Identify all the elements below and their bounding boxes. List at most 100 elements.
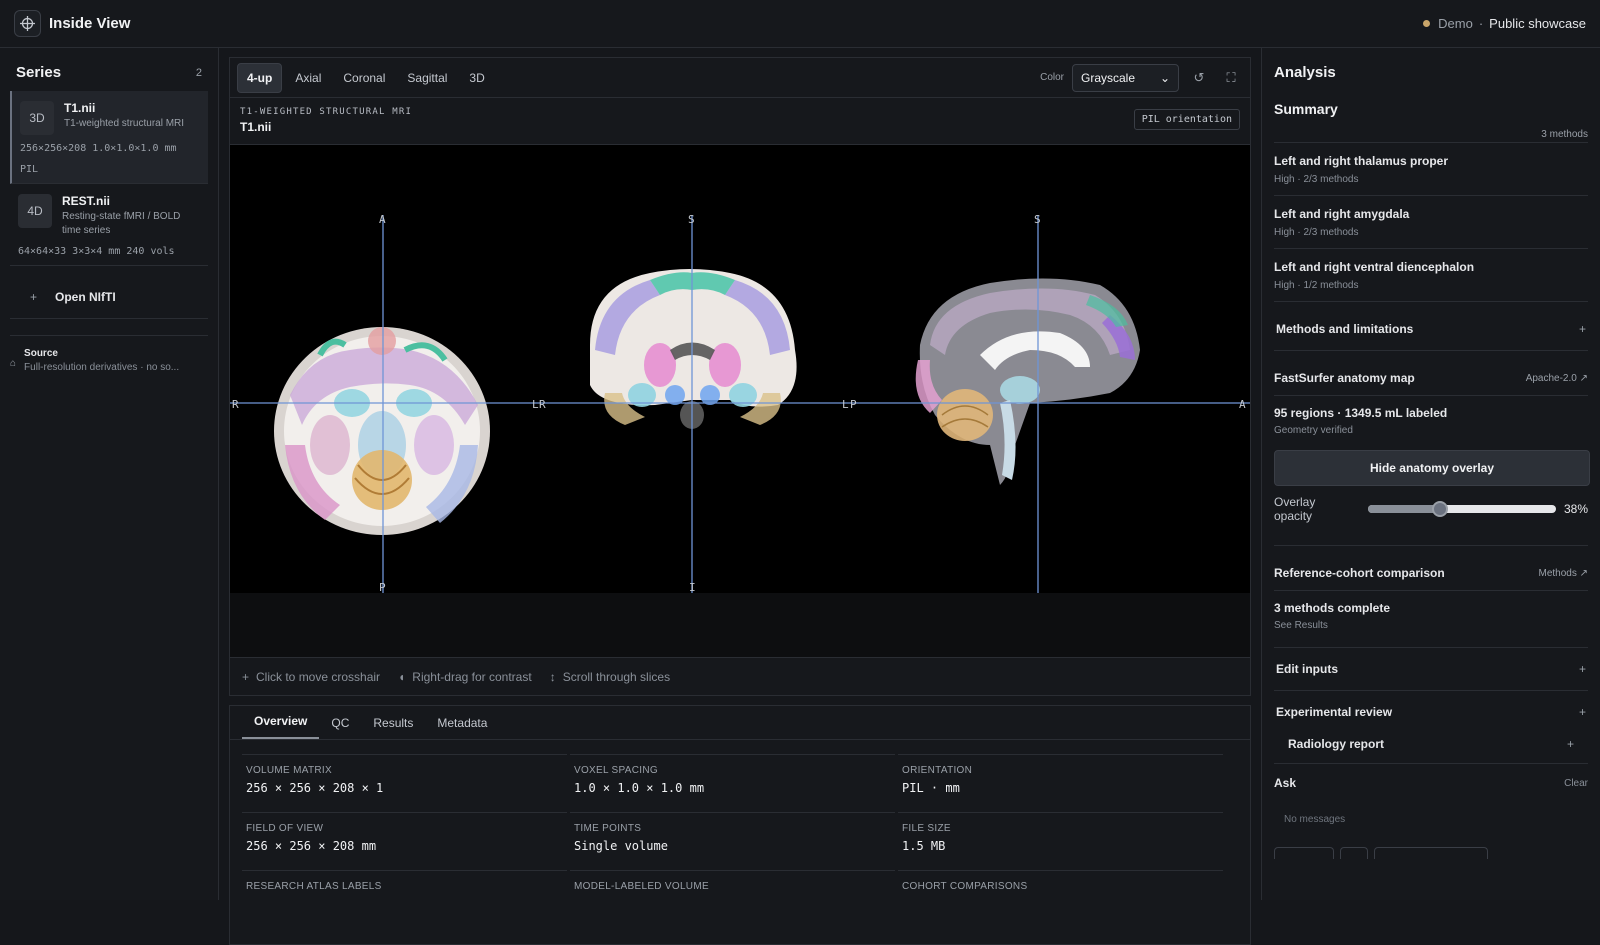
axial-marker-right: L xyxy=(532,398,539,411)
series-name: T1.nii xyxy=(64,101,96,115)
slice-canvas[interactable]: A P R L S I R L S P A xyxy=(230,145,1250,657)
open-nifti-label: Open NIfTI xyxy=(55,290,116,304)
info-cell: FILE SIZE 1.5 MB xyxy=(898,812,1223,870)
tab-results[interactable]: Results xyxy=(361,716,425,739)
plus-icon: + xyxy=(1566,737,1574,751)
cell-value: PIL · mm xyxy=(902,781,960,795)
see-results-link[interactable]: See Results xyxy=(1274,620,1588,648)
slider-handle[interactable] xyxy=(1432,501,1449,517)
license-link[interactable]: Apache-2.0 ↗ xyxy=(1526,373,1588,384)
edit-inputs-label: Edit inputs xyxy=(1276,662,1338,676)
tab-sagittal[interactable]: Sagittal xyxy=(398,64,456,92)
finding-item[interactable]: Left and right amygdala High · 2/3 metho… xyxy=(1274,196,1588,249)
tab-metadata[interactable]: Metadata xyxy=(425,716,499,739)
info-cell: ORIENTATION PIL · mm xyxy=(898,754,1223,812)
color-map-value: Grayscale xyxy=(1081,70,1136,85)
suggestion-button[interactable] xyxy=(1340,847,1368,859)
series-name: REST.nii xyxy=(62,194,111,208)
view-tabs: 4-up Axial Coronal Sagittal 3D Color Gra… xyxy=(230,58,1250,98)
fastsurfer-title: FastSurfer anatomy map xyxy=(1274,371,1415,385)
summary-title: Summary xyxy=(1274,101,1338,117)
suggestion-button[interactable] xyxy=(1274,847,1334,859)
cell-label: VOXEL SPACING xyxy=(574,765,658,776)
interaction-hints: + Click to move crosshair ◖ Right-drag for… xyxy=(230,657,1250,695)
slider-fill xyxy=(1367,505,1441,513)
cohort-header: Reference-cohort comparison Methods ↗ xyxy=(1274,566,1588,591)
cell-value: 256 × 256 × 208 mm xyxy=(246,839,377,853)
cell-label: VOLUME MATRIX xyxy=(246,765,332,776)
series-file-name: T1.nii xyxy=(240,120,272,134)
sagittal-marker-right: A xyxy=(1239,398,1246,411)
edit-inputs-toggle[interactable]: Edit inputs + xyxy=(1274,648,1588,691)
open-nifti-button[interactable]: + Open NIfTI xyxy=(10,278,208,319)
series-item-t1[interactable]: 3D T1.nii T1-weighted structural MRI 256… xyxy=(10,91,208,184)
tab-3d[interactable]: 3D xyxy=(460,64,493,92)
info-cell: MODEL-LABELED VOLUME xyxy=(570,870,895,928)
plus-icon: + xyxy=(1578,662,1586,676)
cell-label: MODEL-LABELED VOLUME xyxy=(574,881,709,892)
ask-title: Ask xyxy=(1274,776,1297,790)
cell-label: RESEARCH ATLAS LABELS xyxy=(246,881,382,892)
axial-slice[interactable] xyxy=(274,327,490,535)
hint-scroll: ↕ Scroll through slices xyxy=(550,670,670,684)
mode-separator: · xyxy=(1478,16,1484,31)
axial-marker-bottom: P xyxy=(379,581,386,594)
series-description: T1-weighted structural MRI xyxy=(64,118,185,129)
info-cell: RESEARCH ATLAS LABELS xyxy=(242,870,567,928)
tab-qc[interactable]: QC xyxy=(319,716,361,739)
reset-view-icon[interactable]: ↺ xyxy=(1187,66,1211,90)
overlay-opacity-row: Overlay opacity 38% xyxy=(1274,495,1588,546)
coronal-slice[interactable] xyxy=(590,269,797,429)
ask-suggestions xyxy=(1274,847,1588,859)
hide-anatomy-overlay-button[interactable]: Hide anatomy overlay xyxy=(1274,450,1590,486)
color-map-select[interactable]: Grayscale ⌄ xyxy=(1072,63,1179,92)
finding-title: Left and right thalamus proper xyxy=(1274,154,1449,168)
geometry-status: Geometry verified xyxy=(1274,425,1353,436)
tab-coronal[interactable]: Coronal xyxy=(334,64,394,92)
tab-axial[interactable]: Axial xyxy=(286,64,330,92)
tab-overview[interactable]: Overview xyxy=(242,714,320,739)
finding-item[interactable]: Left and right thalamus proper High · 2/… xyxy=(1274,143,1588,196)
axial-marker-top: A xyxy=(379,213,386,226)
top-bar: Inside View Demo · Public showcase xyxy=(0,0,1600,48)
cell-label: FILE SIZE xyxy=(902,823,951,834)
color-label: Color xyxy=(1040,72,1064,83)
app-logo-icon[interactable] xyxy=(14,10,41,37)
methods-link[interactable]: Methods ↗ xyxy=(1538,568,1588,579)
source-title: Source xyxy=(24,348,58,359)
source-info: ⌂ Source Full-resolution derivatives · n… xyxy=(10,335,208,373)
series-dim-badge: 4D xyxy=(18,194,52,228)
analysis-title: Analysis xyxy=(1274,64,1336,81)
tab-4-up[interactable]: 4-up xyxy=(237,62,283,93)
suggestion-button[interactable] xyxy=(1374,847,1488,859)
series-item-rest[interactable]: 4D REST.nii Resting-state fMRI / BOLD ti… xyxy=(10,184,208,266)
info-cell: COHORT COMPARISONS xyxy=(898,870,1223,928)
finding-confidence: High · 2/3 methods xyxy=(1274,174,1359,185)
status-dot-icon xyxy=(1423,20,1431,27)
sagittal-marker-left: P xyxy=(850,398,857,411)
finding-item[interactable]: Left and right ventral diencephalon High… xyxy=(1274,249,1588,302)
methods-limitations-toggle[interactable]: Methods and limitations + xyxy=(1274,308,1588,351)
hint-contrast-text: Right-drag for contrast xyxy=(412,669,532,684)
fastsurfer-header: FastSurfer anatomy map Apache-2.0 ↗ xyxy=(1274,371,1588,396)
clear-chat-button[interactable]: Clear xyxy=(1564,778,1588,789)
app-title: Inside View xyxy=(49,15,131,32)
axial-marker-left: R xyxy=(232,398,239,411)
experimental-review-toggle[interactable]: Experimental review + xyxy=(1274,691,1588,725)
hint-contrast: ◖ Right-drag for contrast xyxy=(398,670,532,684)
fullscreen-icon[interactable]: ⛶ xyxy=(1219,66,1243,90)
source-text: Full-resolution derivatives · no so... xyxy=(24,362,180,373)
radiology-report-toggle[interactable]: Radiology report + xyxy=(1274,725,1588,764)
cohort-title: Reference-cohort comparison xyxy=(1274,566,1445,580)
cell-value: 1.5 MB xyxy=(902,839,946,853)
finding-confidence: High · 1/2 methods xyxy=(1274,280,1359,291)
scroll-icon: ↕ xyxy=(549,669,556,684)
series-meta: 64×64×33 3×3×4 mm 240 vols xyxy=(18,246,175,257)
plus-icon: + xyxy=(1578,705,1586,719)
coronal-marker-left: R xyxy=(539,398,546,411)
series-sidebar: Series 2 3D T1.nii T1-weighted structura… xyxy=(0,48,219,900)
cell-label: COHORT COMPARISONS xyxy=(902,881,1028,892)
radiology-report-label: Radiology report xyxy=(1288,737,1385,751)
series-kicker: T1-WEIGHTED STRUCTURAL MRI xyxy=(240,107,413,117)
overlay-opacity-slider[interactable] xyxy=(1367,501,1556,517)
